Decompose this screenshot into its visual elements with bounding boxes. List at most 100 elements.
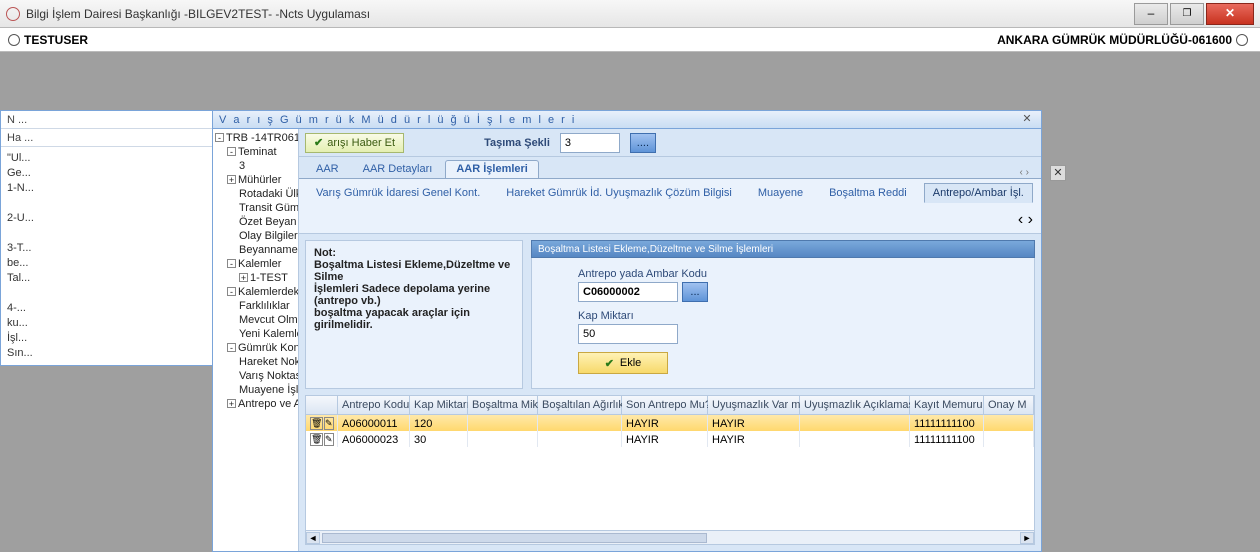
grid-col-header[interactable]: Antrepo Kodu [338,396,410,415]
tree-item[interactable]: Transit Gümrük İdareleri [215,201,296,215]
grid-col-header[interactable]: Boşaltılan Ağırlık [538,396,622,415]
scroll-right-icon[interactable]: ► [1020,532,1034,544]
grid-cell: HAYIR [708,431,800,447]
form-title: Boşaltma Listesi Ekleme,Düzeltme ve Silm… [531,240,1035,258]
grid-col-header[interactable]: Onay M [984,396,1034,415]
tree-item-label: Mevcut Olmayan Kalemler [239,314,299,326]
tree-item[interactable]: Farklılıklar [215,299,296,313]
secondary-close-icon[interactable]: ✕ [1050,165,1066,181]
tree-expander-icon[interactable]: + [239,273,248,282]
tree-item[interactable]: +Mühürler [215,173,296,187]
tree-item-label: Mühürler [238,174,281,186]
gear-icon[interactable] [8,34,20,46]
tree-view[interactable]: -TRB -14TR06160000006605-Teminat3+Mühürl… [213,129,299,551]
scroll-left-icon[interactable]: ◄ [306,532,320,544]
tab-nav-icon[interactable]: ‹ › [1014,167,1035,178]
form-panel: Boşaltma Listesi Ekleme,Düzeltme ve Silm… [531,240,1035,389]
grid-cell: 11111111100 [910,415,984,431]
child-window-titlebar[interactable]: V a r ı ş G ü m r ü k M ü d ü r l ü ğ ü … [213,111,1041,129]
grid-col-header[interactable]: Kap Miktarı [410,396,468,415]
tree-item-label: Özet Beyan Bilgileri [239,216,299,228]
tree-item[interactable]: -Kalemler [215,257,296,271]
table-row[interactable]: 🗑✎A06000011120HAYIRHAYIR11111111100 [306,415,1034,431]
tree-item[interactable]: Rotadaki Ülke Kodları [215,187,296,201]
main-tabs: AARAAR DetaylarıAAR İşlemleri ‹ › [299,157,1041,179]
subtab-1[interactable]: Hareket Gümrük İd. Uyuşmazlık Çözüm Bilg… [497,183,741,203]
bg-line: be... [7,256,213,271]
tree-item[interactable]: Beyanname Uyuşmazlıkları [215,243,296,257]
grid-col-header[interactable]: Uyuşmazlık Açıklaması [800,396,910,415]
tree-item[interactable]: +1-TEST [215,271,296,285]
subtab-2[interactable]: Muayene [749,183,812,203]
tree-expander-icon[interactable]: - [227,343,236,352]
row-edit-icon[interactable]: ✎ [324,433,334,446]
child-close-icon[interactable]: ✕ [1021,113,1035,127]
data-grid[interactable]: Antrepo KoduKap MiktarıBoşaltma Mik.Boşa… [305,395,1035,545]
bg-line: "Ul... [7,151,213,166]
varisi-haber-et-button[interactable]: ✔arışı Haber Et [305,133,404,153]
grid-col-header[interactable]: Kayıt Memuru [910,396,984,415]
tree-item[interactable]: -Kalemlerdeki Uyuşmazlıklar [215,285,296,299]
tree-item[interactable]: Olay Bilgileri [215,229,296,243]
bg-line: Sın... [7,346,213,361]
tree-item[interactable]: Hareket Noktası Kontrolü [215,355,296,369]
tasima-sekli-lookup-button[interactable]: .... [630,133,656,153]
maximize-button[interactable]: ❐ [1170,3,1204,25]
tab-aar-i̇şlemleri[interactable]: AAR İşlemleri [445,160,539,178]
tasima-sekli-input[interactable] [560,133,620,153]
tree-item[interactable]: -Gümrük Kontrolleri [215,341,296,355]
scroll-thumb[interactable] [322,533,707,543]
row-delete-icon[interactable]: 🗑 [310,433,323,446]
tab-aar[interactable]: AAR [305,160,350,178]
grid-col-header[interactable]: Boşaltma Mik. [468,396,538,415]
antrepo-kodu-label: Antrepo yada Ambar Kodu [578,268,988,280]
tree-item-label: Transit Gümrük İdareleri [239,202,299,214]
grid-cell [468,415,538,431]
grid-cell [538,415,622,431]
tree-item[interactable]: +Antrepo ve Ambar İşlemleri [215,397,296,411]
tree-expander-icon[interactable]: + [227,399,236,408]
minimize-button[interactable]: – [1134,3,1168,25]
grid-cell [800,431,910,447]
tree-item[interactable]: 3 [215,159,296,173]
tree-item[interactable]: Mevcut Olmayan Kalemler [215,313,296,327]
grid-cell: 120 [410,415,468,431]
tree-expander-icon[interactable]: - [227,287,236,296]
table-row[interactable]: 🗑✎A0600002330HAYIRHAYIR11111111100 [306,431,1034,447]
antrepo-kodu-lookup-button[interactable]: ... [682,282,708,302]
tree-item[interactable]: Muayene İşlemleri [215,383,296,397]
sub-tabs: Varış Gümrük İdaresi Genel Kont. Hareket … [299,179,1041,234]
row-delete-icon[interactable]: 🗑 [310,417,323,430]
subtab-nav-icon[interactable]: ‹ › [1018,211,1033,229]
tree-item[interactable]: -Teminat [215,145,296,159]
antrepo-kodu-input[interactable] [578,282,678,302]
tree-item[interactable]: -TRB -14TR06160000006605 [215,131,296,145]
tree-expander-icon[interactable]: - [227,147,236,156]
bg-line: 4-... [7,301,213,316]
grid-cell [538,431,622,447]
subtab-3[interactable]: Boşaltma Reddi [820,183,916,203]
kap-miktari-input[interactable] [578,324,678,344]
subtab-0[interactable]: Varış Gümrük İdaresi Genel Kont. [307,183,489,203]
grid-cell [984,415,1034,431]
tree-expander-icon[interactable]: - [215,133,224,142]
tree-item[interactable]: Yeni Kalemler [215,327,296,341]
subtab-4[interactable]: Antrepo/Ambar İşl. [924,183,1033,203]
bg-head2: Ha ... [1,129,219,147]
tree-expander-icon[interactable]: + [227,175,236,184]
close-button[interactable]: ✕ [1206,3,1254,25]
tree-item[interactable]: Özet Beyan Bilgileri [215,215,296,229]
tree-expander-icon[interactable]: - [227,259,236,268]
grid-cell: HAYIR [708,415,800,431]
grid-col-header[interactable]: Uyuşmazlık Var mı? [708,396,800,415]
tasima-sekli-label: Taşıma Şekli [484,137,550,149]
tree-item[interactable]: Varış Noktası Kontrolü [215,369,296,383]
ekle-button[interactable]: ✔Ekle [578,352,668,374]
tab-aar-detayları[interactable]: AAR Detayları [352,160,444,178]
grid-col-header[interactable]: Son Antrepo Mu? [622,396,708,415]
row-edit-icon[interactable]: ✎ [324,417,334,430]
grid-horizontal-scrollbar[interactable]: ◄ ► [306,530,1034,544]
grid-cell: HAYIR [622,415,708,431]
tree-item-label: 3 [239,160,245,172]
gear-icon[interactable] [1236,34,1248,46]
